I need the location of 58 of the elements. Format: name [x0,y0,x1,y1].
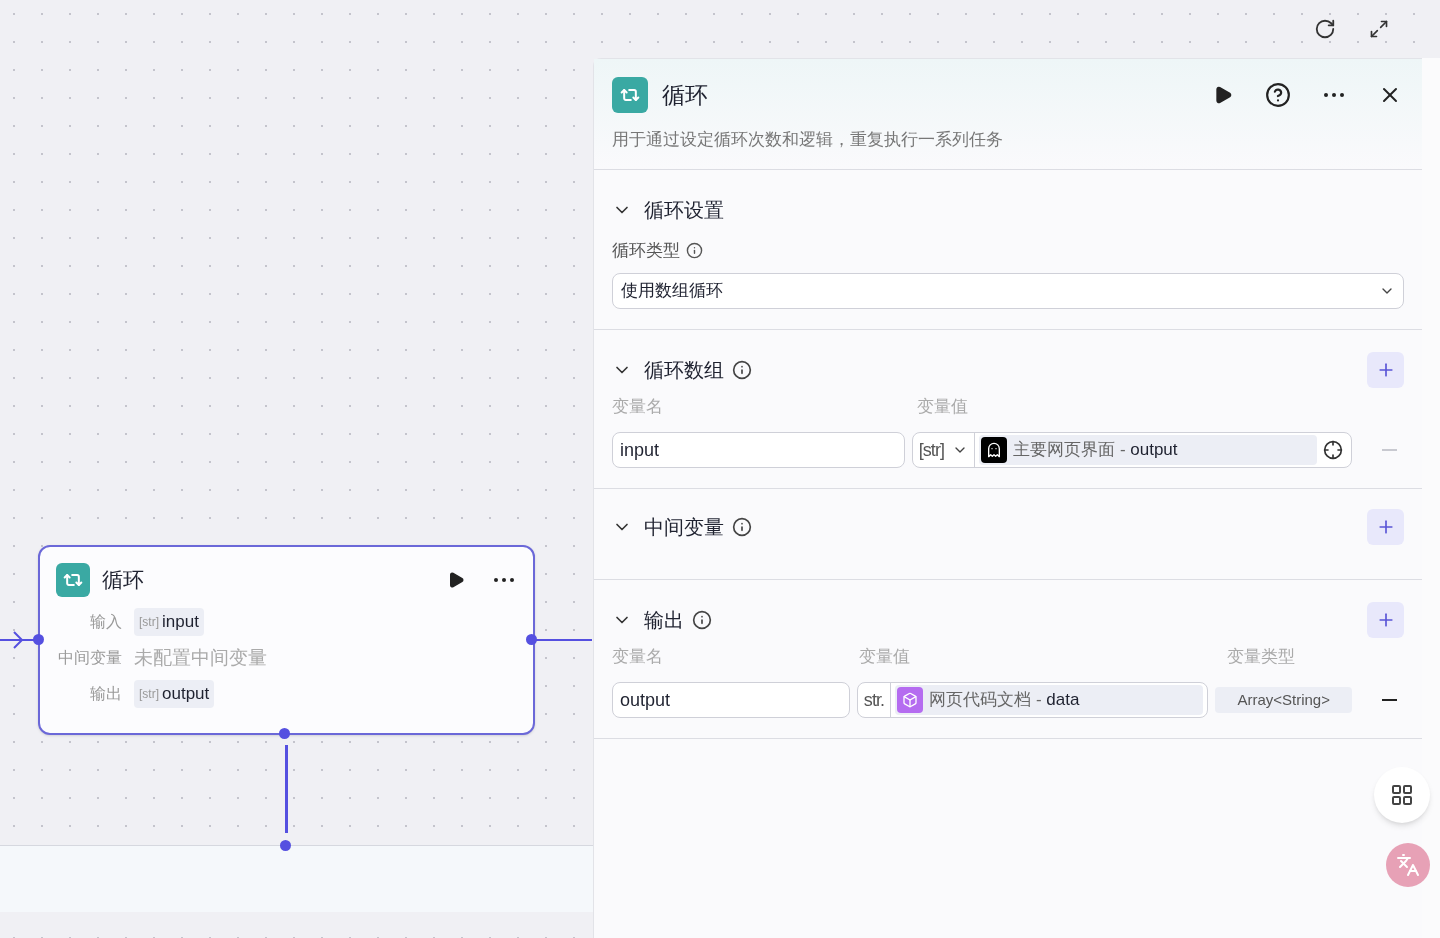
connection-handle[interactable] [279,728,290,739]
section-title: 中间变量 [644,515,724,540]
play-icon [1213,85,1233,105]
row-label: 输入 [89,612,122,632]
column-header: 变量类型 [1227,646,1295,668]
variable-value-field[interactable]: str. 网页代码文档 - data [856,682,1209,718]
connector-line [536,639,592,641]
type-selector[interactable]: str. [857,683,892,717]
loop-icon [612,77,648,113]
panel-description: 用于通过设定循环次数和逻辑，重复执行一系列任务 [612,129,1004,151]
play-icon [447,571,465,589]
cube-icon [897,687,924,713]
connection-handle[interactable] [33,634,44,645]
loop-node[interactable]: 循环 输入 [str] input 中间变量 未配置中间变量 输出 [str] output [38,545,535,735]
reference-text: 主要网页界面 - output [1013,439,1178,462]
row-label: 输出 [89,684,122,704]
variable-tag: [str] input [134,608,204,636]
info-icon [686,241,703,259]
section-title: 循环设置 [644,197,724,223]
section-title: 输出 [644,608,684,633]
reference-chip[interactable]: 主要网页界面 - output [979,435,1317,465]
field-label: 循环类型 [612,239,680,262]
loop-type-select[interactable]: 使用数组循环 [612,273,1404,309]
reference-text: 网页代码文档 - data [929,689,1080,712]
variable-value-field[interactable]: [str] 主要网页界面 - output [911,432,1352,468]
column-header: 变量值 [917,396,968,418]
type-tag: Array<String> [1215,687,1352,713]
help-button[interactable] [1264,81,1292,109]
section-title: 循环数组 [644,358,724,383]
connection-handle[interactable] [280,840,291,851]
more-icon [1324,93,1344,97]
reference-chip[interactable]: 网页代码文档 - data [895,685,1204,715]
empty-value: 未配置中间变量 [134,645,267,670]
connection-handle[interactable] [526,634,537,645]
panel-title: 循环 [662,80,708,110]
node-title: 循环 [102,567,144,594]
more-icon [494,578,514,582]
variable-name-field[interactable]: input [612,432,905,468]
column-header: 变量值 [859,646,911,668]
grid-icon [1390,783,1414,807]
refresh-icon [1314,18,1336,40]
translate-icon [1396,853,1420,877]
expand-icon [1369,19,1389,39]
target-icon[interactable] [1323,440,1343,460]
add-button[interactable] [1367,352,1404,388]
variable-name-field[interactable]: output [612,682,850,718]
add-button[interactable] [1367,509,1404,545]
row-label: 中间变量 [57,648,122,668]
column-header: 变量名 [612,396,664,418]
minus-icon [1381,449,1397,451]
loop-icon [56,563,90,597]
variable-tag: [str] output [134,680,215,708]
ghost-icon [981,437,1008,463]
add-button[interactable] [1367,602,1404,638]
column-header: 变量名 [612,646,664,668]
help-icon [1265,82,1291,108]
type-selector[interactable]: [str] [912,433,976,467]
minus-icon [1381,699,1397,701]
